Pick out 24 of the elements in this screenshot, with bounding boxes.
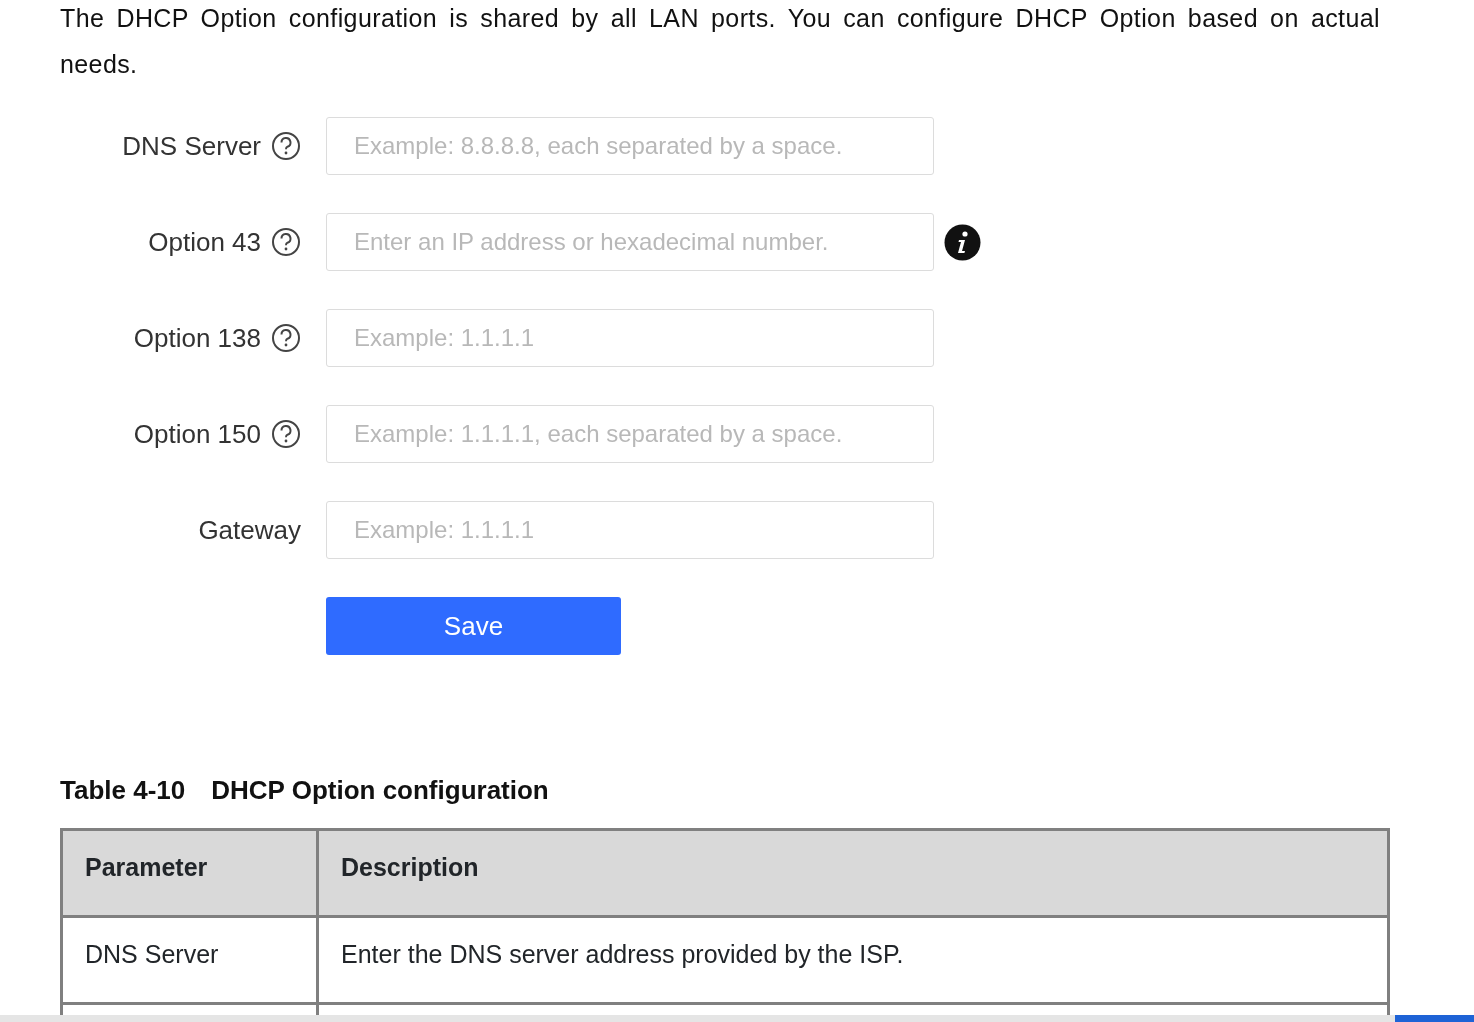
scroll-bar[interactable] (0, 1015, 1474, 1022)
input-field[interactable]: Example: 1.1.1.1 (326, 501, 934, 559)
table-cell: Enter the DNS server address provided by the ISP. (317, 916, 1389, 1004)
table-cell: DNS Server (61, 916, 318, 1004)
help-icon[interactable] (271, 419, 301, 449)
info-icon[interactable] (944, 223, 981, 261)
column-header: Parameter (61, 829, 318, 917)
input-field[interactable]: Enter an IP address or hexadecimal number. (326, 213, 934, 271)
field-label: Option 138 (133, 321, 261, 355)
field-label: Gateway (198, 513, 301, 547)
field-label: Option 43 (148, 225, 261, 259)
help-icon[interactable] (271, 227, 301, 257)
save-button[interactable]: Save (326, 597, 621, 655)
input-field[interactable]: Example: 1.1.1.1, each separated by a space. (326, 405, 934, 463)
input-field[interactable]: Example: 8.8.8.8, each separated by a space. (326, 117, 934, 175)
intro-paragraph: The DHCP Option configuration is shared by all LAN ports. You can configure DHCP Option based on actual needs. (60, 3, 1380, 80)
table-caption-number: Table 4-10 (60, 774, 186, 807)
help-icon[interactable] (271, 131, 301, 161)
help-icon[interactable] (271, 323, 301, 353)
field-label: DNS Server (122, 129, 261, 163)
table-caption-title: DHCP Option configuration (211, 774, 549, 807)
input-field[interactable]: Example: 1.1.1.1 (326, 309, 934, 367)
column-header: Description (317, 829, 1389, 917)
field-label: Option 150 (133, 417, 261, 451)
